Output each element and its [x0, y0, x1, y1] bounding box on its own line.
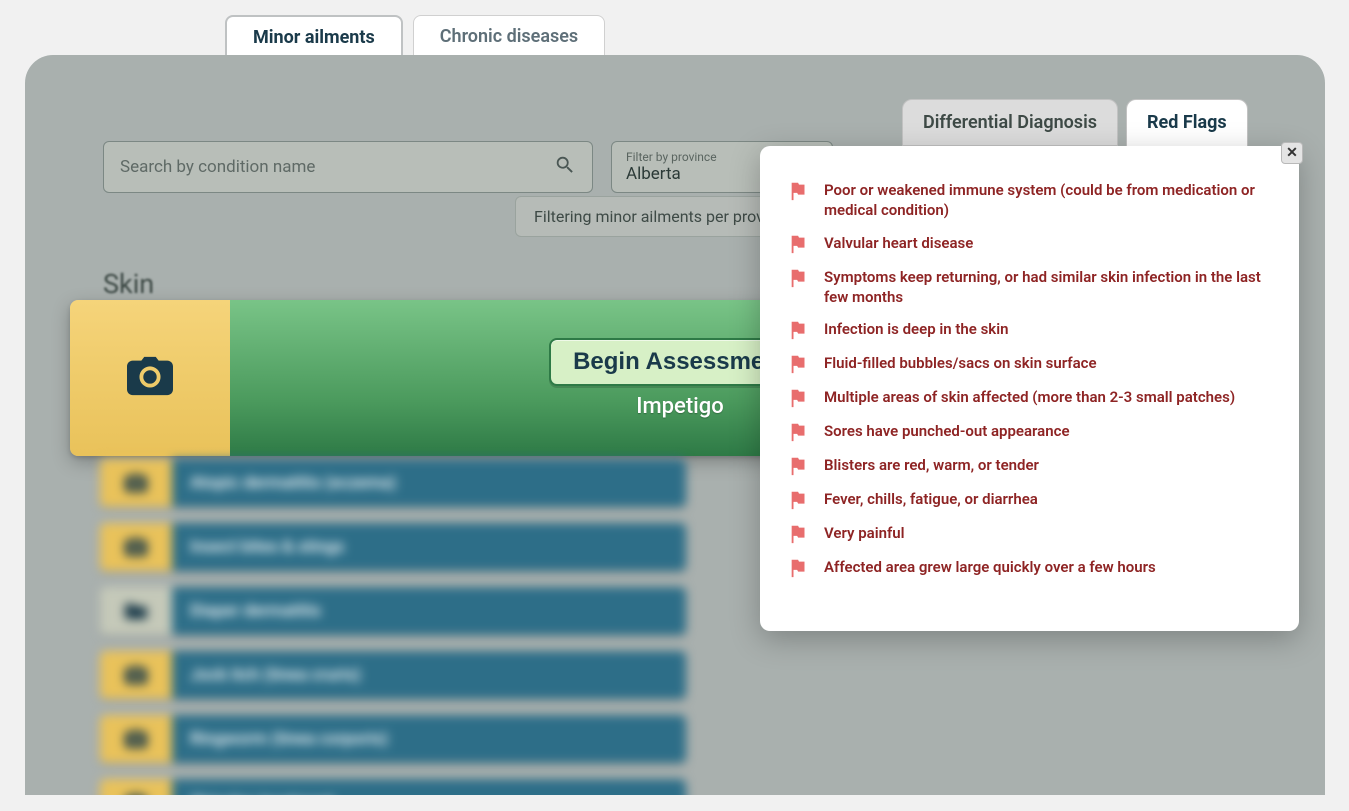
redflag-text: Sores have punched-out appearance	[824, 421, 1261, 441]
search-input-wrapper[interactable]: Search by condition name	[103, 141, 593, 193]
camera-icon	[100, 523, 172, 571]
list-item[interactable]: Jock itch (tinea cruris)	[100, 651, 686, 699]
tab-minor-ailments[interactable]: Minor ailments	[225, 15, 403, 58]
flag-icon	[788, 233, 810, 255]
flag-icon	[788, 421, 810, 443]
condition-name: Shingles treatment	[172, 779, 686, 795]
camera-icon	[127, 356, 173, 400]
redflag-item: Infection is deep in the skin	[788, 319, 1261, 341]
redflag-item: Fever, chills, fatigue, or diarrhea	[788, 489, 1261, 511]
flag-icon	[788, 387, 810, 409]
redflag-text: Fever, chills, fatigue, or diarrhea	[824, 489, 1261, 509]
flag-icon	[788, 267, 810, 289]
redflag-text: Affected area grew large quickly over a …	[824, 557, 1261, 577]
flag-icon	[788, 353, 810, 375]
redflag-text: Multiple areas of skin affected (more th…	[824, 387, 1261, 407]
redflag-item: Sores have punched-out appearance	[788, 421, 1261, 443]
redflag-text: Very painful	[824, 523, 1261, 543]
redflag-text: Blisters are red, warm, or tender	[824, 455, 1261, 475]
list-item[interactable]: Ringworm (tinea corporis)	[100, 715, 686, 763]
redflag-text: Fluid-filled bubbles/sacs on skin surfac…	[824, 353, 1261, 373]
list-item[interactable]: Insect bites & stings	[100, 523, 686, 571]
popover-tab-redflags[interactable]: Red Flags	[1126, 99, 1248, 146]
camera-icon	[100, 459, 172, 507]
camera-icon	[100, 779, 172, 795]
redflag-item: Symptoms keep returning, or had similar …	[788, 267, 1261, 308]
expanded-condition-name: Impetigo	[636, 394, 723, 419]
redflag-text: Poor or weakened immune system (could be…	[824, 180, 1261, 221]
flag-icon	[788, 319, 810, 341]
list-item[interactable]: Shingles treatment	[100, 779, 686, 795]
flag-icon	[788, 557, 810, 579]
flag-icon	[788, 489, 810, 511]
redflag-item: Blisters are red, warm, or tender	[788, 455, 1261, 477]
redflag-item: Fluid-filled bubbles/sacs on skin surfac…	[788, 353, 1261, 375]
expanded-card-photo-button[interactable]	[70, 300, 230, 456]
condition-name: Atopic dermatitis (eczema)	[172, 459, 686, 507]
camera-icon	[100, 651, 172, 699]
search-placeholder: Search by condition name	[120, 157, 315, 177]
list-item[interactable]: Atopic dermatitis (eczema)	[100, 459, 686, 507]
condition-popover: Differential Diagnosis Red Flags ✕ Poor …	[890, 99, 1310, 631]
flag-icon	[788, 455, 810, 477]
condition-name: Jock itch (tinea cruris)	[172, 651, 686, 699]
condition-name: Diaper dermatitis	[172, 587, 686, 635]
redflag-item: Very painful	[788, 523, 1261, 545]
popover-close-button[interactable]: ✕	[1281, 142, 1303, 164]
tab-chronic-diseases[interactable]: Chronic diseases	[413, 15, 605, 58]
condition-name: Ringworm (tinea corporis)	[172, 715, 686, 763]
folder-icon	[100, 587, 172, 635]
flag-icon	[788, 180, 810, 202]
redflag-item: Multiple areas of skin affected (more th…	[788, 387, 1261, 409]
list-item[interactable]: Diaper dermatitis	[100, 587, 686, 635]
redflag-item: Valvular heart disease	[788, 233, 1261, 255]
conditions-list: Atopic dermatitis (eczema) Insect bites &…	[100, 459, 686, 795]
condition-name: Insect bites & stings	[172, 523, 686, 571]
camera-icon	[100, 715, 172, 763]
main-panel: Search by condition name Filter by provi…	[25, 55, 1325, 795]
popover-tab-differential[interactable]: Differential Diagnosis	[902, 99, 1118, 146]
redflag-text: Symptoms keep returning, or had similar …	[824, 267, 1261, 308]
redflag-text: Valvular heart disease	[824, 233, 1261, 253]
main-tabs: Minor ailments Chronic diseases	[225, 15, 605, 58]
redflag-text: Infection is deep in the skin	[824, 319, 1261, 339]
flag-icon	[788, 523, 810, 545]
section-heading-skin: Skin	[103, 268, 154, 300]
redflags-list[interactable]: Poor or weakened immune system (could be…	[788, 180, 1271, 581]
filter-note-chip: Filtering minor ailments per provin	[515, 196, 796, 237]
redflag-item: Poor or weakened immune system (could be…	[788, 180, 1261, 221]
search-icon	[554, 154, 576, 180]
redflag-item: Affected area grew large quickly over a …	[788, 557, 1261, 579]
